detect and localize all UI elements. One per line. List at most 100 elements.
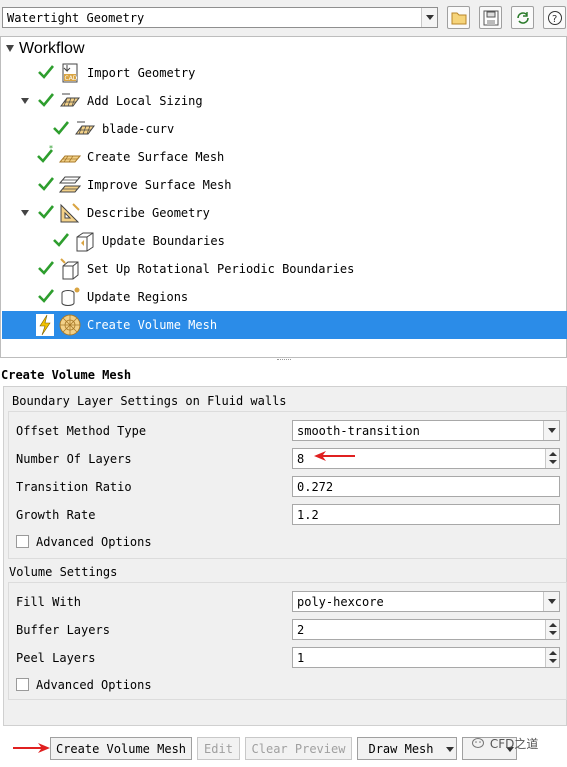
tree-item-update-regions[interactable]: Update Regions [2, 283, 567, 311]
growth-rate-value: 1.2 [297, 508, 319, 522]
check-icon [53, 121, 69, 135]
tree-item-label: Set Up Rotational Periodic Boundaries [87, 262, 355, 276]
spinner-arrows-icon[interactable] [545, 648, 559, 667]
tree-item-rotational-periodic[interactable]: Set Up Rotational Periodic Boundaries [2, 255, 567, 283]
advanced-options-label: Advanced Options [36, 535, 152, 549]
collapse-arrow-icon[interactable] [6, 45, 14, 52]
peel-layers-spinner[interactable]: 1 [292, 647, 560, 668]
check-pending-icon: * [37, 145, 54, 163]
open-folder-icon [451, 12, 467, 25]
offset-method-label: Offset Method Type [16, 424, 147, 438]
chevron-down-icon[interactable] [543, 421, 559, 440]
tree-item-create-surface-mesh[interactable]: * Create Surface Mesh [2, 143, 567, 171]
tree-item-import-geometry[interactable]: CAD Import Geometry [2, 59, 567, 87]
svg-text:CAD: CAD [65, 75, 78, 82]
svg-text:*: * [49, 145, 53, 153]
task-title: Create Volume Mesh [1, 368, 132, 382]
describe-geometry-icon [60, 203, 80, 223]
tree-item-create-volume-mesh[interactable]: Create Volume Mesh [2, 311, 567, 339]
tree-item-label: Update Boundaries [102, 234, 225, 248]
tree-item-blade-curv[interactable]: blade-curv [2, 115, 567, 143]
transition-ratio-input[interactable]: 0.272 [292, 476, 560, 497]
wechat-icon [472, 738, 484, 748]
volume-settings: Fill With poly-hexcore Buffer Layers 2 P… [8, 582, 567, 700]
cad-import-icon: CAD [62, 63, 78, 83]
tree-item-label: Update Regions [87, 290, 189, 304]
check-icon [38, 261, 54, 275]
chevron-down-icon[interactable] [421, 8, 437, 27]
buffer-layers-spinner[interactable]: 2 [292, 619, 560, 640]
growth-rate-label: Growth Rate [16, 508, 96, 522]
create-volume-mesh-button[interactable]: Create Volume Mesh [50, 737, 192, 760]
local-sizing-icon [75, 121, 95, 135]
surface-mesh-icon [59, 155, 81, 163]
check-icon [38, 177, 54, 191]
advanced-options-checkbox[interactable] [16, 535, 29, 548]
spinner-arrows-icon[interactable] [545, 449, 559, 468]
volume-section-title: Volume Settings [9, 565, 118, 579]
help-icon: ? [548, 11, 562, 25]
update-regions-icon [61, 287, 80, 306]
tree-item-update-boundaries[interactable]: Update Boundaries [2, 227, 567, 255]
lightning-icon [36, 314, 54, 336]
save-button[interactable] [479, 6, 502, 29]
splitter-handle[interactable] [277, 359, 291, 362]
spinner-arrows-icon[interactable] [545, 620, 559, 639]
check-icon [53, 233, 69, 247]
transition-ratio-value: 0.272 [297, 480, 334, 494]
improve-mesh-icon [59, 176, 81, 193]
tree-item-add-local-sizing[interactable]: Add Local Sizing [2, 87, 567, 115]
periodic-boundaries-icon [60, 258, 79, 280]
check-icon [38, 289, 54, 303]
check-icon [38, 65, 54, 79]
workflow-title: Workflow [19, 40, 85, 57]
annotation-arrow-icon [314, 451, 355, 461]
fill-with-label: Fill With [16, 595, 82, 609]
boundary-section-title: Boundary Layer Settings on Fluid walls [12, 394, 287, 408]
draw-mesh-button[interactable]: Draw Mesh [357, 737, 457, 760]
boundary-layer-settings: Offset Method Type smooth-transition Num… [8, 411, 567, 559]
tree-item-describe-geometry[interactable]: Describe Geometry [2, 199, 567, 227]
number-of-layers-value: 8 [297, 452, 305, 466]
chevron-down-icon[interactable] [446, 747, 454, 752]
tree-item-improve-surface-mesh[interactable]: Improve Surface Mesh [2, 171, 567, 199]
clear-preview-button[interactable]: Clear Preview [245, 737, 352, 760]
workflow-type-value: Watertight Geometry [7, 11, 145, 25]
tree-item-label: Create Volume Mesh [87, 318, 218, 332]
chevron-down-icon[interactable] [543, 592, 559, 611]
refresh-button[interactable] [511, 6, 534, 29]
update-boundaries-icon [76, 232, 94, 252]
peel-layers-label: Peel Layers [16, 651, 96, 665]
offset-method-value: smooth-transition [297, 424, 420, 438]
fill-with-value: poly-hexcore [297, 595, 384, 609]
number-of-layers-label: Number Of Layers [16, 452, 132, 466]
tree-item-label: blade-curv [102, 122, 175, 136]
collapse-arrow-icon[interactable] [21, 210, 29, 216]
buffer-layers-label: Buffer Layers [16, 623, 110, 637]
buffer-layers-value: 2 [297, 623, 305, 637]
top-toolbar: Watertight Geometry ? [0, 0, 567, 36]
workflow-tree: Workflow CAD Import Geometry Add Local S… [0, 36, 567, 358]
tree-item-label: Describe Geometry [87, 206, 210, 220]
check-icon [38, 93, 54, 107]
advanced-options-checkbox[interactable] [16, 678, 29, 691]
offset-method-select[interactable]: smooth-transition [292, 420, 560, 441]
svg-text:?: ? [552, 14, 557, 25]
advanced-options-label: Advanced Options [36, 678, 152, 692]
volume-mesh-icon [59, 314, 81, 336]
edit-button[interactable]: Edit [197, 737, 240, 760]
save-icon [483, 10, 499, 26]
workflow-type-select[interactable]: Watertight Geometry [2, 7, 438, 28]
annotation-arrow-icon [13, 743, 50, 753]
open-folder-button[interactable] [447, 6, 470, 29]
watermark-text: CFD之道 [489, 737, 539, 751]
collapse-arrow-icon[interactable] [21, 98, 29, 104]
fill-with-select[interactable]: poly-hexcore [292, 591, 560, 612]
task-panel: Boundary Layer Settings on Fluid walls O… [3, 386, 567, 726]
growth-rate-input[interactable]: 1.2 [292, 504, 560, 525]
tree-item-label: Add Local Sizing [87, 94, 203, 108]
tree-item-label: Improve Surface Mesh [87, 178, 232, 192]
tree-item-label: Import Geometry [87, 66, 196, 80]
tree-item-label: Create Surface Mesh [87, 150, 225, 164]
help-button[interactable]: ? [543, 6, 566, 29]
